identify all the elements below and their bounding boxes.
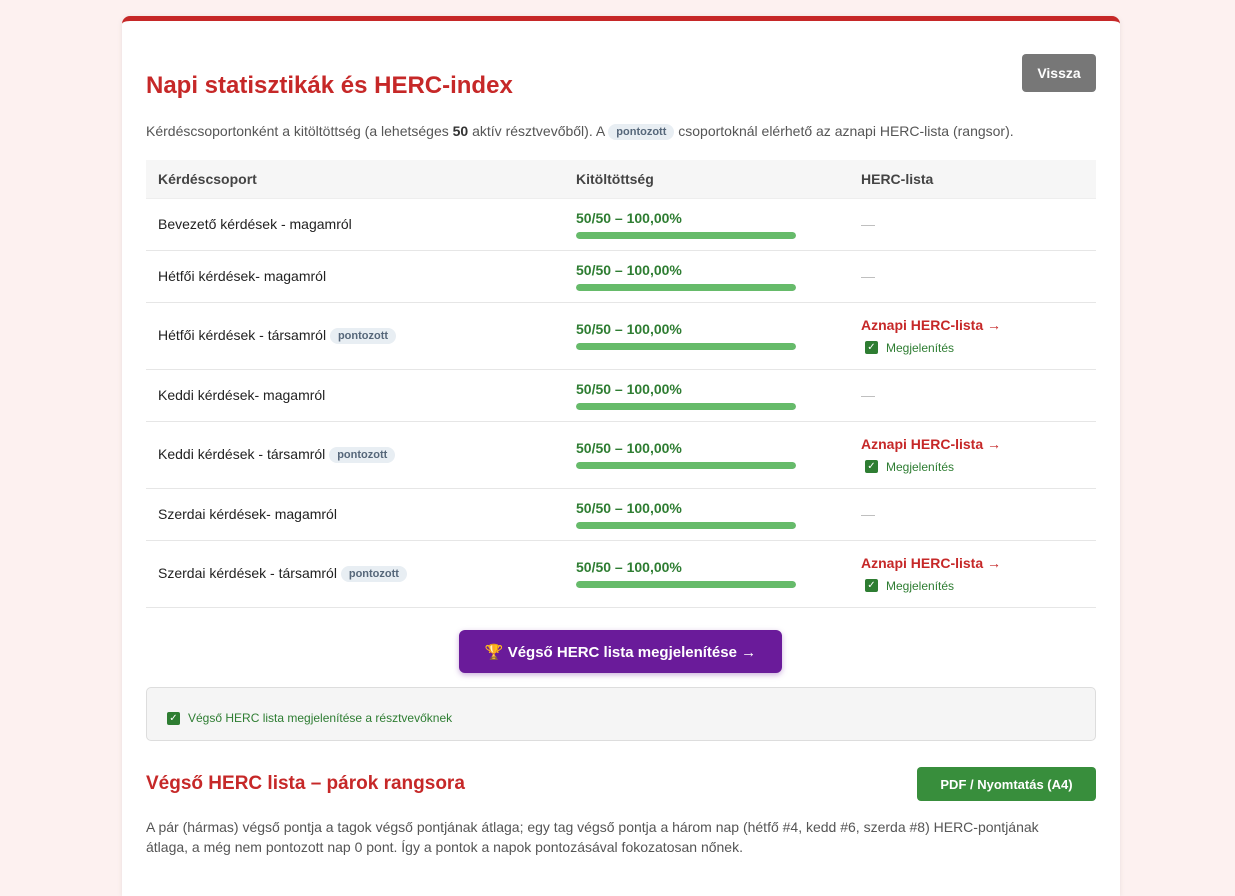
herc-cell: — (849, 488, 1096, 541)
table-row: Hétfői kérdések - társamról pontozott 50/… (146, 302, 1096, 370)
show-checkbox[interactable]: ✓ (865, 460, 878, 473)
fill-cell: 50/50 – 100,00% (564, 540, 849, 608)
progress-bar-fill (576, 402, 796, 410)
intro-part-1: Kérdéscsoportonként a kitöltöttség (a le… (146, 123, 453, 139)
group-cell: Keddi kérdések - társamról pontozott (146, 421, 564, 489)
group-cell: Keddi kérdések- magamról (146, 369, 564, 422)
scored-pill: pontozott (329, 447, 396, 463)
fill-value: 50/50 – 100,00% (576, 380, 682, 397)
herc-cell: Aznapi HERC-lista → ✓ Megjelenítés (849, 540, 1096, 608)
group-name: Keddi kérdések - társamról (158, 446, 326, 462)
daily-herc-link[interactable]: Aznapi HERC-lista → (861, 436, 1084, 452)
fill-value: 50/50 – 100,00% (576, 559, 682, 575)
page-title: Napi statisztikák és HERC-index (146, 72, 513, 99)
progress-bar (576, 283, 796, 291)
scored-pill: pontozott (340, 566, 407, 582)
show-toggle: ✓ Megjelenítés (861, 579, 1084, 593)
progress-bar-fill (576, 462, 796, 469)
pdf-print-button[interactable]: PDF / Nyomtatás (A4) (917, 767, 1096, 801)
fill-cell: 50/50 – 100,00% (564, 198, 849, 251)
empty-dash: — (861, 216, 875, 232)
progress-bar (576, 231, 796, 239)
participant-count: 50 (452, 123, 469, 139)
header-herc: HERC-lista (849, 160, 1096, 199)
group-cell: Hétfői kérdések - társamról pontozott (146, 302, 564, 370)
final-visibility-box: ✓ Végső HERC lista megjelenítése a részt… (146, 687, 1096, 741)
group-cell: Hétfői kérdések- magamról (146, 250, 564, 303)
header-fill: Kitöltöttség (564, 160, 849, 199)
show-label: Megjelenítés (886, 340, 955, 355)
group-name: Hétfői kérdések - társamról (158, 327, 327, 343)
group-name: Szerdai kérdések- magamról (158, 506, 337, 522)
stats-card: Vissza Napi statisztikák és HERC-index K… (122, 16, 1120, 896)
table-row: Keddi kérdések- magamról 50/50 – 100,00% — (146, 369, 1096, 422)
fill-value: 50/50 – 100,00% (576, 321, 682, 337)
show-label: Megjelenítés (886, 578, 955, 593)
herc-cell: Aznapi HERC-lista → ✓ Megjelenítés (849, 302, 1096, 370)
herc-cell: — (849, 369, 1096, 422)
daily-herc-link[interactable]: Aznapi HERC-lista → (861, 555, 1084, 571)
herc-cell: — (849, 198, 1096, 251)
table-row: Bevezető kérdések - magamról 50/50 – 100,… (146, 198, 1096, 251)
progress-bar (576, 521, 796, 529)
fill-cell: 50/50 – 100,00% (564, 421, 849, 489)
progress-bar (576, 581, 796, 588)
show-checkbox[interactable]: ✓ (865, 341, 878, 354)
group-name: Keddi kérdések- magamról (158, 387, 326, 403)
ranking-note: A pár (hármas) végső pontja a tagok végs… (146, 819, 1039, 855)
header-group: Kérdéscsoport (146, 160, 564, 199)
fill-cell: 50/50 – 100,00% (564, 250, 849, 303)
intro-part-3: csoportoknál elérhető az aznapi HERC-lis… (674, 123, 1014, 139)
progress-bar (576, 462, 796, 469)
empty-dash: — (861, 387, 875, 403)
stats-table: Kérdéscsoport Kitöltöttség HERC-lista Be… (146, 160, 1096, 608)
fill-cell: 50/50 – 100,00% (564, 302, 849, 370)
fill-value: 50/50 – 100,00% (576, 440, 682, 456)
final-herc-button[interactable]: 🏆 Végső HERC lista megjelenítése → (459, 630, 782, 673)
progress-bar-fill (576, 283, 796, 291)
group-cell: Bevezető kérdések - magamról (146, 198, 564, 251)
group-name: Szerdai kérdések - társamról (158, 565, 337, 581)
intro-text: Kérdéscsoportonként a kitöltöttség (a le… (146, 123, 1014, 140)
final-visibility-checkbox[interactable]: ✓ (167, 711, 180, 725)
fill-cell: 50/50 – 100,00% (564, 369, 849, 422)
group-cell: Szerdai kérdések - társamról pontozott (146, 540, 564, 608)
show-label: Megjelenítés (886, 459, 955, 474)
scored-pill: pontozott (608, 124, 675, 140)
ranking-title: Végső HERC lista – párok rangsora (146, 773, 465, 794)
fill-value: 50/50 – 100,00% (576, 261, 682, 278)
show-checkbox[interactable]: ✓ (865, 579, 878, 592)
final-visibility-label: Végső HERC lista megjelenítése a résztve… (188, 711, 453, 725)
table-row: Szerdai kérdések - társamról pontozott 50… (146, 540, 1096, 608)
intro-part-2: aktív résztvevőből). A (468, 123, 609, 139)
herc-cell: Aznapi HERC-lista → ✓ Megjelenítés (849, 421, 1096, 489)
fill-cell: 50/50 – 100,00% (564, 488, 849, 541)
table-row: Hétfői kérdések- magamról 50/50 – 100,00%… (146, 250, 1096, 303)
fill-value: 50/50 – 100,00% (576, 209, 682, 226)
daily-herc-link[interactable]: Aznapi HERC-lista → (861, 317, 1084, 333)
show-toggle: ✓ Megjelenítés (861, 341, 1084, 355)
empty-dash: — (861, 268, 875, 284)
fill-value: 50/50 – 100,00% (576, 499, 682, 516)
herc-cell: — (849, 250, 1096, 303)
group-cell: Szerdai kérdések- magamról (146, 488, 564, 541)
progress-bar (576, 402, 796, 410)
progress-bar-fill (576, 343, 796, 350)
progress-bar-fill (576, 521, 796, 529)
group-name: Bevezető kérdések - magamról (158, 216, 352, 232)
table-row: Szerdai kérdések- magamról 50/50 – 100,00… (146, 488, 1096, 541)
progress-bar-fill (576, 231, 796, 239)
table-header-row: Kérdéscsoport Kitöltöttség HERC-lista (146, 160, 1096, 199)
show-toggle: ✓ Megjelenítés (861, 460, 1084, 474)
progress-bar-fill (576, 581, 796, 588)
scored-pill: pontozott (329, 328, 397, 344)
table-row: Keddi kérdések - társamról pontozott 50/5… (146, 421, 1096, 489)
group-name: Hétfői kérdések- magamról (158, 268, 327, 284)
empty-dash: — (861, 506, 875, 522)
back-button[interactable]: Vissza (1022, 54, 1096, 92)
progress-bar (576, 343, 796, 350)
